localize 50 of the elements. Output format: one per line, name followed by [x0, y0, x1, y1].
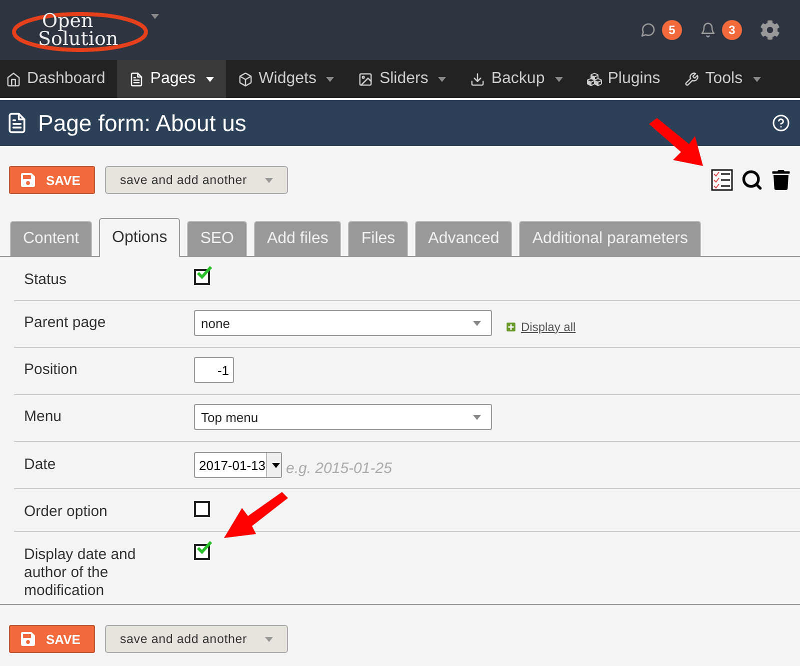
document-icon — [129, 72, 144, 86]
nav-item[interactable]: Tools — [672, 60, 773, 98]
bell-icon — [700, 22, 716, 38]
swoosh-icon — [10, 10, 150, 54]
message-icon — [640, 22, 656, 38]
field-label: Position — [24, 360, 78, 380]
floppy-icon — [20, 172, 36, 188]
number-field[interactable]: -1 — [194, 357, 234, 383]
field-label: Display date and author of the modification — [24, 545, 137, 600]
nav-item[interactable]: Widgets — [226, 60, 346, 98]
save-and-add-another-button[interactable]: save and add another — [105, 625, 288, 653]
caret-icon[interactable] — [151, 14, 159, 19]
checklist-icon[interactable] — [711, 169, 733, 191]
download-icon — [470, 72, 486, 86]
tab[interactable]: Options — [99, 218, 180, 257]
plus-icon — [506, 322, 516, 332]
search-icon[interactable] — [741, 169, 763, 191]
field-label: Date — [24, 455, 57, 475]
select-field[interactable]: Top menu — [194, 404, 492, 430]
wrench-icon — [684, 72, 700, 86]
nav-item[interactable]: Sliders — [346, 60, 458, 98]
logo[interactable]: Open Solution — [10, 2, 145, 58]
date-field[interactable]: 2017-01-13 — [194, 452, 282, 478]
floppy-icon — [20, 631, 36, 647]
field-label: Status — [24, 270, 68, 290]
count-badge: 5 — [662, 20, 682, 40]
field-label: Order option — [24, 502, 108, 522]
date-hint: e.g. 2015-01-25 — [286, 460, 392, 476]
nav-item[interactable]: Pages — [117, 60, 226, 98]
cube-icon — [238, 72, 253, 86]
nav-item[interactable]: Plugins — [574, 60, 672, 98]
settings-icon[interactable] — [760, 20, 780, 40]
trash-icon[interactable] — [771, 170, 791, 190]
checkbox[interactable] — [194, 501, 210, 517]
display-all-link[interactable]: Display all — [506, 320, 576, 334]
cubes-icon — [586, 72, 602, 86]
image-icon — [358, 72, 374, 86]
select-field[interactable]: none — [194, 310, 492, 336]
help-icon[interactable] — [772, 114, 790, 132]
checkbox[interactable] — [194, 269, 210, 285]
checkbox[interactable] — [194, 544, 210, 560]
nav-item[interactable]: Dashboard — [0, 60, 118, 98]
field-label: Parent page — [24, 313, 107, 333]
save-and-add-another-button[interactable]: save and add another — [105, 166, 288, 194]
house-icon — [6, 72, 21, 86]
count-badge: 3 — [722, 20, 742, 40]
field-label: Menu — [24, 407, 63, 427]
document-icon — [6, 112, 28, 134]
page-title: Page form: About us — [38, 110, 246, 136]
nav-item[interactable]: Backup — [458, 60, 575, 98]
